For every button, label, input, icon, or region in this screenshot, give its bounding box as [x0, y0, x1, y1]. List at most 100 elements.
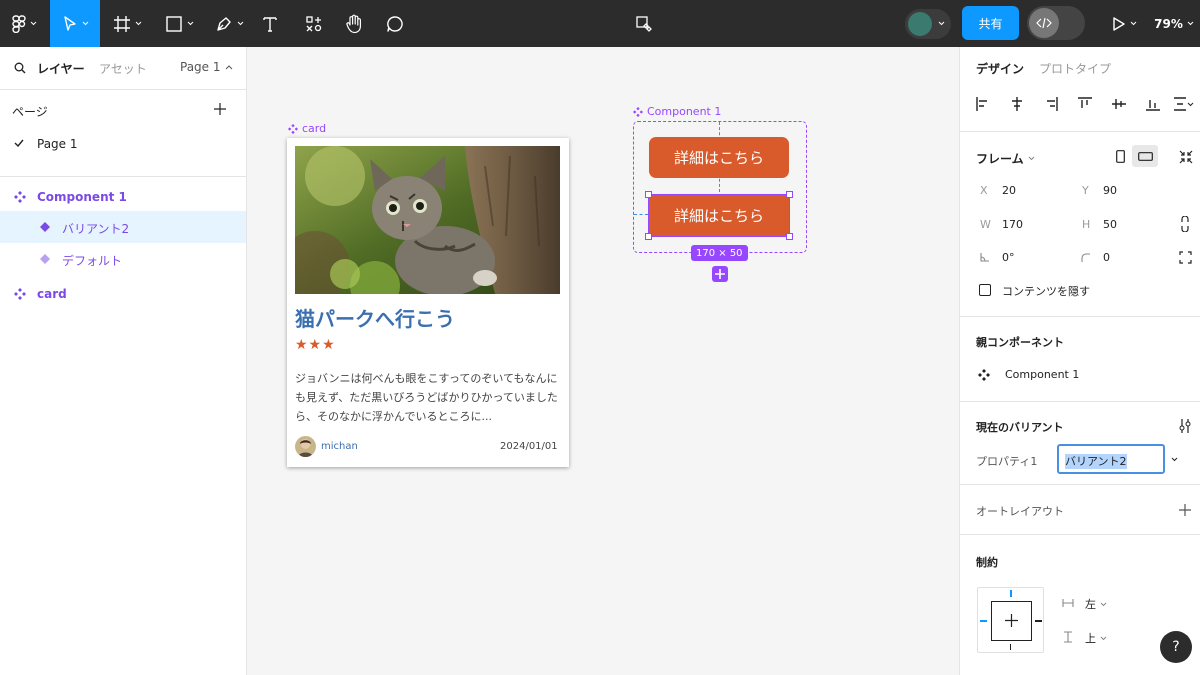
hand-tool-button[interactable] — [340, 0, 368, 47]
property-select[interactable]: バリアント2 — [1057, 444, 1165, 474]
layer-item-default[interactable]: デフォルト — [0, 245, 246, 273]
constraint-bottom[interactable] — [1010, 644, 1011, 650]
add-page-icon[interactable] — [214, 103, 226, 115]
tab-design[interactable]: デザイン — [976, 60, 1024, 77]
zoom-button[interactable]: 79% — [1150, 0, 1198, 47]
distribute-icon[interactable] — [1174, 97, 1194, 111]
horizontal-constraint-select[interactable]: 左 — [1085, 596, 1107, 612]
variant-2-button[interactable]: 詳細はこちら — [648, 194, 790, 237]
constraints-title: 制約 — [976, 556, 998, 569]
avatar-button[interactable] — [902, 0, 954, 47]
component-center-button[interactable] — [630, 0, 658, 47]
divider — [0, 176, 246, 177]
align-bottom-icon[interactable] — [1146, 97, 1160, 111]
resources-tool-button[interactable] — [300, 0, 328, 47]
resize-handle[interactable] — [786, 191, 793, 198]
landscape-orientation-button[interactable] — [1132, 145, 1158, 167]
component-set-name: Component 1 — [647, 105, 722, 118]
property-value: バリアント2 — [1065, 454, 1127, 469]
h-field[interactable]: 50 — [1103, 218, 1117, 231]
layer-label: デフォルト — [62, 254, 123, 268]
layer-item-card[interactable]: card — [0, 280, 246, 308]
horizontal-constraint-icon — [1062, 599, 1074, 607]
size-badge: 170 × 50 — [691, 245, 748, 261]
add-variant-button[interactable] — [712, 266, 728, 282]
resize-to-fit-icon[interactable] — [1179, 150, 1193, 164]
page-item-page-1[interactable]: Page 1 — [0, 133, 246, 155]
landscape-icon — [1137, 151, 1153, 161]
text-icon — [263, 16, 277, 32]
portrait-icon — [1115, 149, 1125, 163]
variant-settings-icon[interactable] — [1178, 419, 1192, 433]
align-center-v-icon[interactable] — [1112, 97, 1126, 111]
constraint-top-active[interactable] — [1010, 590, 1012, 597]
move-tool-button[interactable] — [50, 0, 100, 47]
tab-layers[interactable]: レイヤー — [37, 60, 85, 77]
check-icon — [14, 139, 24, 147]
zoom-label: 79% — [1154, 16, 1183, 31]
canvas[interactable]: card 猫パークへ行こう ★★★ ジョバンニは何べんも眼をこすってのぞいてもな… — [247, 47, 959, 675]
align-right-icon[interactable] — [1044, 97, 1058, 111]
constraint-left-active[interactable] — [980, 620, 987, 622]
w-field[interactable]: 170 — [1002, 218, 1023, 231]
share-button[interactable]: 共有 — [962, 6, 1019, 40]
rotation-field[interactable]: 0° — [1002, 251, 1015, 264]
pen-icon — [216, 16, 231, 31]
card-title: 猫パークへ行こう — [295, 307, 455, 331]
component-set-label[interactable]: Component 1 — [633, 105, 721, 118]
page-item-label: Page 1 — [37, 137, 78, 151]
frame-title: フレーム — [976, 152, 1024, 166]
main-menu-button[interactable] — [6, 0, 42, 47]
layer-item-variant-2[interactable]: バリアント2 — [0, 211, 246, 243]
author-name[interactable]: michan — [321, 441, 358, 452]
portrait-orientation-button[interactable] — [1110, 145, 1130, 167]
align-top-icon[interactable] — [1078, 97, 1092, 111]
layer-label: card — [37, 287, 67, 301]
corner-radius-field[interactable]: 0 — [1103, 251, 1110, 264]
add-auto-layout-icon[interactable] — [1179, 504, 1191, 516]
align-center-h-icon[interactable] — [1010, 97, 1024, 111]
present-button[interactable] — [1104, 0, 1144, 47]
comment-tool-button[interactable] — [381, 0, 409, 47]
pen-tool-button[interactable] — [208, 0, 250, 47]
layer-item-component-1[interactable]: Component 1 — [0, 183, 246, 211]
constraint-widget[interactable] — [977, 587, 1044, 653]
resize-handle[interactable] — [645, 233, 652, 240]
text-tool-button[interactable] — [256, 0, 284, 47]
chevron-down-icon[interactable] — [1171, 457, 1178, 462]
tab-assets[interactable]: アセット — [99, 60, 147, 77]
chevron-down-icon — [82, 21, 88, 26]
shape-tool-button[interactable] — [158, 0, 200, 47]
page-selector[interactable]: Page 1 — [180, 60, 233, 74]
variant-default-button[interactable]: 詳細はこちら — [649, 137, 789, 178]
x-field[interactable]: 20 — [1002, 184, 1016, 197]
resize-handle[interactable] — [786, 233, 793, 240]
search-icon[interactable] — [14, 62, 26, 74]
corner-radius-icon — [1081, 253, 1090, 262]
button-label: 詳細はこちら — [673, 149, 764, 167]
independent-corners-icon[interactable] — [1179, 251, 1192, 264]
size-badge-label: 170 × 50 — [696, 247, 743, 259]
tab-prototype[interactable]: プロトタイプ — [1039, 60, 1111, 77]
constrain-proportions-icon[interactable] — [1181, 216, 1189, 232]
align-left-icon[interactable] — [976, 97, 990, 111]
card-frame-label[interactable]: card — [288, 122, 326, 135]
resources-icon — [306, 15, 322, 31]
frame-tool-button[interactable] — [106, 0, 148, 47]
dev-mode-toggle[interactable] — [1027, 6, 1085, 40]
help-button[interactable]: ? — [1160, 631, 1192, 663]
chevron-down-icon — [1028, 156, 1034, 161]
plus-icon — [715, 269, 725, 279]
chevron-up-icon — [225, 64, 232, 69]
parent-component-link[interactable]: Component 1 — [1005, 368, 1079, 381]
vertical-constraint-select[interactable]: 上 — [1085, 630, 1107, 646]
comment-icon — [387, 15, 403, 32]
y-field[interactable]: 90 — [1103, 184, 1117, 197]
frame-type-dropdown[interactable]: フレーム — [976, 150, 1035, 167]
constraint-right[interactable] — [1035, 620, 1042, 622]
post-date: 2024/01/01 — [500, 441, 558, 452]
resize-handle[interactable] — [645, 191, 652, 198]
clip-content-checkbox[interactable] — [979, 284, 991, 296]
constraints-section: 制約 左 上 ? — [960, 534, 1200, 675]
card[interactable]: 猫パークへ行こう ★★★ ジョバンニは何べんも眼をこすってのぞいてもなんにも見え… — [287, 138, 569, 467]
